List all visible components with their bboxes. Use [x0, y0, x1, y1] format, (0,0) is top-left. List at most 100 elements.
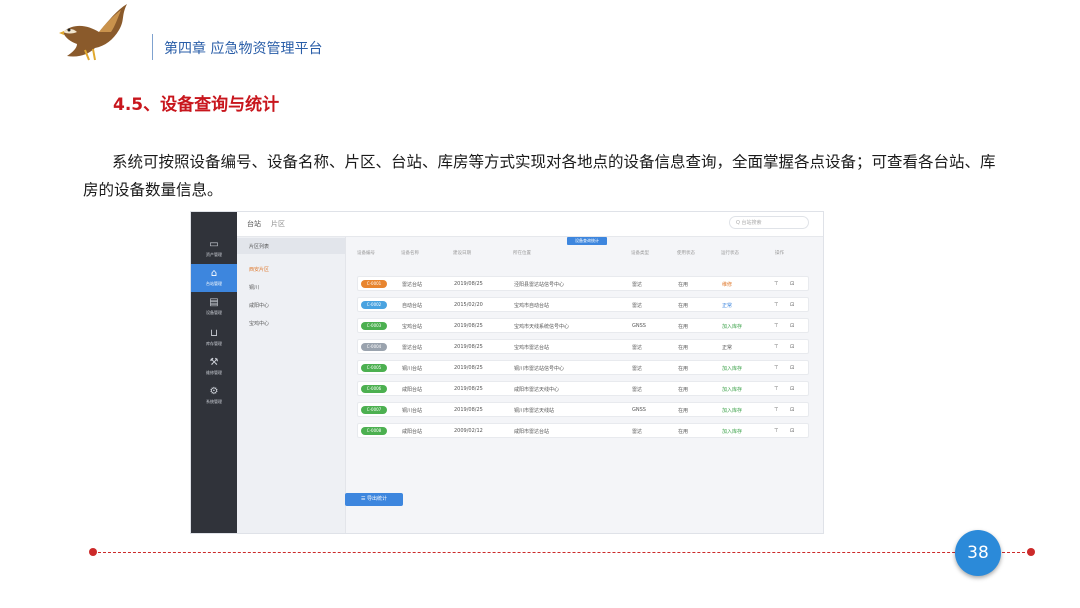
system-screenshot: ▭ 资产管理 ⌂ 台站管理 ▤ 设备管理 ⊔ 库存管理 ⚒ 维修管理 ⚙ 系统管理 台站 片区 Q 台… — [190, 211, 824, 534]
cell-use: 在用 — [678, 345, 689, 351]
delete-icon[interactable]: ⊡ — [790, 344, 794, 350]
table-row[interactable]: C-0002 自动台站 2015/02/20 宝鸡市自动台站 雷达 在用 正常 ⊤ ⊡ — [357, 297, 809, 312]
table-row[interactable]: C-0001 雷达台站 2019/08/25 泾阳县雷达站信号中心 雷达 在用 维修 ⊤ ⊡ — [357, 276, 809, 291]
sidebar-item-label: 系统管理 — [206, 399, 222, 404]
sidebar-item-0[interactable]: ▭ 资产管理 — [191, 235, 237, 263]
edit-icon[interactable]: ⊤ — [774, 302, 778, 308]
cell-date: 2019/08/25 — [454, 386, 483, 392]
table-row[interactable]: C-0003 宝鸡台站 2019/08/25 宝鸡市天线系统信号中心 GNSS 在用 加入库… — [357, 318, 809, 333]
cell-type: 雷达 — [632, 345, 643, 351]
cell-name: 咸阳台站 — [402, 387, 423, 393]
tree-item-xian[interactable]: 西安片区 — [249, 266, 269, 273]
sidebar-item-5[interactable]: ⚙ 系统管理 — [191, 382, 237, 410]
cell-location: 铜川市雷达天线站 — [514, 408, 555, 414]
cell-status[interactable]: 加入库存 — [722, 407, 742, 414]
delete-icon[interactable]: ⊡ — [790, 428, 794, 434]
edit-icon[interactable]: ⊤ — [774, 407, 778, 413]
cell-use: 在用 — [678, 366, 689, 372]
table-row[interactable]: C-0005 铜川台站 2019/08/25 铜川市雷达站信号中心 雷达 在用 加入库存 ⊤ ⊡ — [357, 360, 809, 375]
box-icon: ⊔ — [210, 328, 218, 339]
home-icon: ⌂ — [210, 268, 218, 279]
delete-icon[interactable]: ⊡ — [790, 386, 794, 392]
tree-item-tongchuan[interactable]: 铜川 — [249, 284, 259, 291]
cell-status[interactable]: 维修 — [722, 281, 732, 288]
query-stats-button[interactable]: 设备查询统计 — [567, 237, 607, 245]
column-header: 建设日期 — [453, 251, 471, 256]
cell-status[interactable]: 加入库存 — [722, 365, 742, 372]
tab-station[interactable]: 台站 — [247, 219, 261, 229]
device-code-pill: C-0003 — [361, 322, 387, 330]
sidebar-item-2[interactable]: ▤ 设备管理 — [191, 293, 237, 321]
sidebar-item-1[interactable]: ⌂ 台站管理 — [191, 264, 237, 292]
cell-type: GNSS — [632, 407, 646, 413]
cell-use: 在用 — [678, 387, 689, 393]
tree-item-baoji[interactable]: 宝鸡中心 — [249, 320, 269, 327]
tree-item-xianyang[interactable]: 咸阳中心 — [249, 302, 269, 309]
cell-use: 在用 — [678, 408, 689, 414]
device-code-pill: C-0005 — [361, 364, 387, 372]
delete-icon[interactable]: ⊡ — [790, 365, 794, 371]
cell-name: 雷达台站 — [402, 345, 423, 351]
page-number-badge: 38 — [955, 530, 1001, 576]
cell-status[interactable]: 正常 — [722, 344, 732, 351]
search-input[interactable]: Q 台站搜索 — [729, 216, 809, 229]
body-paragraph: 系统可按照设备编号、设备名称、片区、台站、库房等方式实现对各地点的设备信息查询，… — [83, 148, 1003, 204]
sidebar-item-label: 台站管理 — [206, 281, 222, 286]
tool-icon: ⚒ — [209, 357, 219, 368]
column-header: 设备编号 — [357, 251, 375, 256]
delete-icon[interactable]: ⊡ — [790, 302, 794, 308]
cell-name: 铜川台站 — [402, 366, 423, 372]
sidebar-item-label: 资产管理 — [206, 252, 222, 257]
edit-icon[interactable]: ⊤ — [774, 323, 778, 329]
cell-status[interactable]: 加入库存 — [722, 428, 742, 435]
sidebar-item-4[interactable]: ⚒ 维修管理 — [191, 353, 237, 381]
cell-date: 2009/02/12 — [454, 428, 483, 434]
gear-icon: ⚙ — [209, 386, 219, 397]
edit-icon[interactable]: ⊤ — [774, 365, 778, 371]
edit-icon[interactable]: ⊤ — [774, 344, 778, 350]
section-title: 4.5、设备查询与统计 — [113, 95, 280, 115]
cell-name: 雷达台站 — [402, 282, 423, 288]
device-code-pill: C-0007 — [361, 406, 387, 414]
cell-location: 铜川市雷达站信号中心 — [514, 366, 565, 372]
tab-area[interactable]: 片区 — [271, 219, 285, 229]
cell-use: 在用 — [678, 282, 689, 288]
cell-name: 咸阳台站 — [402, 429, 423, 435]
cell-location: 宝鸡市天线系统信号中心 — [514, 324, 570, 330]
cell-type: 雷达 — [632, 366, 643, 372]
cell-name: 自动台站 — [402, 303, 423, 309]
cell-status[interactable]: 加入库存 — [722, 386, 742, 393]
sidebar-item-3[interactable]: ⊔ 库存管理 — [191, 324, 237, 352]
edit-icon[interactable]: ⊤ — [774, 428, 778, 434]
cell-type: GNSS — [632, 323, 646, 329]
column-header: 所在位置 — [513, 251, 531, 256]
cell-status[interactable]: 加入库存 — [722, 323, 742, 330]
device-code-pill: C-0004 — [361, 343, 387, 351]
delete-icon[interactable]: ⊡ — [790, 281, 794, 287]
table-row[interactable]: C-0006 咸阳台站 2019/08/25 咸阳市雷达天线中心 雷达 在用 加入库存 ⊤ ⊡ — [357, 381, 809, 396]
eagle-logo — [59, 4, 127, 61]
cell-date: 2019/08/25 — [454, 365, 483, 371]
cell-type: 雷达 — [632, 282, 643, 288]
table-row[interactable]: C-0008 咸阳台站 2009/02/12 咸阳市雷达台站 雷达 在用 加入库存 ⊤ ⊡ — [357, 423, 809, 438]
table-row[interactable]: C-0007 铜川台站 2019/08/25 铜川市雷达天线站 GNSS 在用 加入库存 ⊤ ⊡ — [357, 402, 809, 417]
cell-type: 雷达 — [632, 429, 643, 435]
delete-icon[interactable]: ⊡ — [790, 323, 794, 329]
folder-icon: ▭ — [209, 239, 219, 250]
column-header: 运行状态 — [721, 251, 739, 256]
tree-item-header[interactable]: 片区列表 — [249, 243, 269, 250]
sidebar-item-label: 设备管理 — [206, 310, 222, 315]
edit-icon[interactable]: ⊤ — [774, 386, 778, 392]
column-header: 设备类型 — [631, 251, 649, 256]
sidebar: ▭ 资产管理 ⌂ 台站管理 ▤ 设备管理 ⊔ 库存管理 ⚒ 维修管理 ⚙ 系统管理 — [191, 212, 237, 533]
chapter-title: 第四章 应急物资管理平台 — [164, 41, 323, 57]
cell-date: 2019/08/25 — [454, 344, 483, 350]
cell-location: 宝鸡市雷达台站 — [514, 345, 550, 351]
delete-icon[interactable]: ⊡ — [790, 407, 794, 413]
cell-date: 2019/08/25 — [454, 407, 483, 413]
cell-status[interactable]: 正常 — [722, 302, 732, 309]
edit-icon[interactable]: ⊤ — [774, 281, 778, 287]
cell-use: 在用 — [678, 303, 689, 309]
export-stats-button[interactable]: ☰ 导出统计 — [345, 493, 403, 506]
table-row[interactable]: C-0004 雷达台站 2019/08/25 宝鸡市雷达台站 雷达 在用 正常 ⊤ ⊡ — [357, 339, 809, 354]
